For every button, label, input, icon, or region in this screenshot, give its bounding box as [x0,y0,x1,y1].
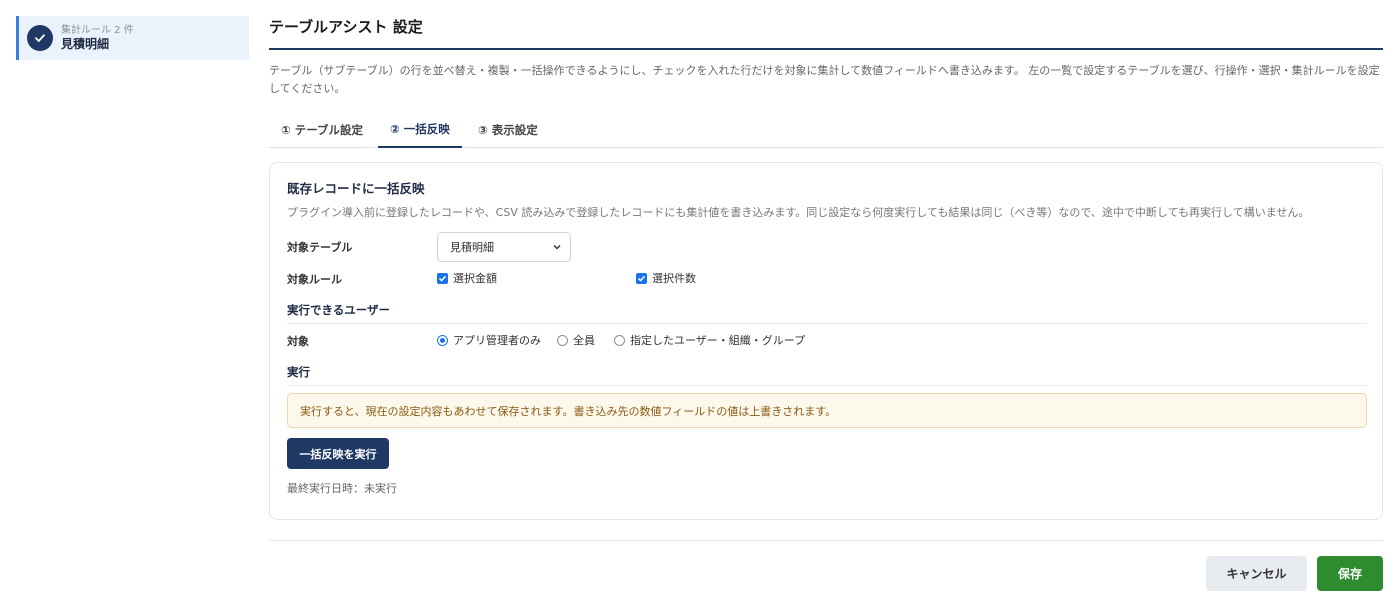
radio-unchecked-icon [614,334,625,346]
overwrite-warning: 実行すると、現在の設定内容もあわせて保存されます。書き込み先の数値フィールドの値… [287,393,1367,428]
title-divider [269,48,1383,50]
tab-display-settings[interactable]: ③ 表示設定 [466,112,550,148]
radio-label: 全員 [573,334,595,347]
chevron-down-icon [552,242,562,255]
bulk-apply-card: 既存レコードに一括反映 プラグイン導入前に登録したレコードや、CSV 読み込みで… [269,162,1383,520]
section-divider [287,323,1367,324]
target-table-label: 対象テーブル [287,241,353,254]
checkbox-checked-icon [437,272,448,284]
tab-table-settings[interactable]: ① テーブル設定 [269,112,375,148]
cancel-button[interactable]: キャンセル [1206,556,1307,591]
radio-admin-only[interactable]: アプリ管理者のみ [437,332,541,348]
tab-bar: ① テーブル設定 ② 一括反映 ③ 表示設定 [269,112,1383,148]
rule-checkbox-amount[interactable]: 選択金額 [437,270,497,286]
radio-specified-users[interactable]: 指定したユーザー・組織・グループ [614,332,805,348]
run-bulk-apply-button[interactable]: 一括反映を実行 [287,438,389,469]
save-button[interactable]: 保存 [1317,556,1383,591]
rule-label: 選択件数 [652,272,696,285]
tab-bulk-apply[interactable]: ② 一括反映 [378,112,462,148]
page-title: テーブルアシスト 設定 [269,18,423,36]
target-table-value: 見積明細 [450,241,494,254]
rule-label: 選択金額 [453,272,497,285]
radio-everyone[interactable]: 全員 [557,332,595,348]
card-title: 既存レコードに一括反映 [287,181,425,196]
target-users-label: 対象 [287,335,309,348]
run-section-heading: 実行 [287,365,310,379]
radio-label: アプリ管理者のみ [453,334,541,347]
checkbox-checked-icon [636,272,647,284]
radio-checked-icon [437,334,448,346]
radio-label: 指定したユーザー・組織・グループ [630,334,806,347]
sidebar-item-label: 見積明細 [61,36,110,51]
last-run-status: 最終実行日時：未実行 [287,482,397,495]
radio-unchecked-icon [557,334,568,346]
users-section-heading: 実行できるユーザー [287,303,391,317]
page-description: テーブル（サブテーブル）の行を並べ替え・複製・一括操作できるようにし、チェックを… [269,64,1380,95]
target-table-select[interactable]: 見積明細 [437,232,571,262]
section-divider [287,385,1367,386]
sidebar-item-mitsumori-meisai[interactable]: 集計ルール 2 件 見積明細 [16,16,249,60]
target-rules-label: 対象ルール [287,273,342,286]
footer-divider [269,540,1383,541]
card-description: プラグイン導入前に登録したレコードや、CSV 読み込みで登録したレコードにも集計… [287,206,1310,219]
sidebar-item-sublabel: 集計ルール 2 件 [61,24,134,36]
rule-checkbox-count[interactable]: 選択件数 [636,270,696,286]
check-icon [27,25,53,51]
